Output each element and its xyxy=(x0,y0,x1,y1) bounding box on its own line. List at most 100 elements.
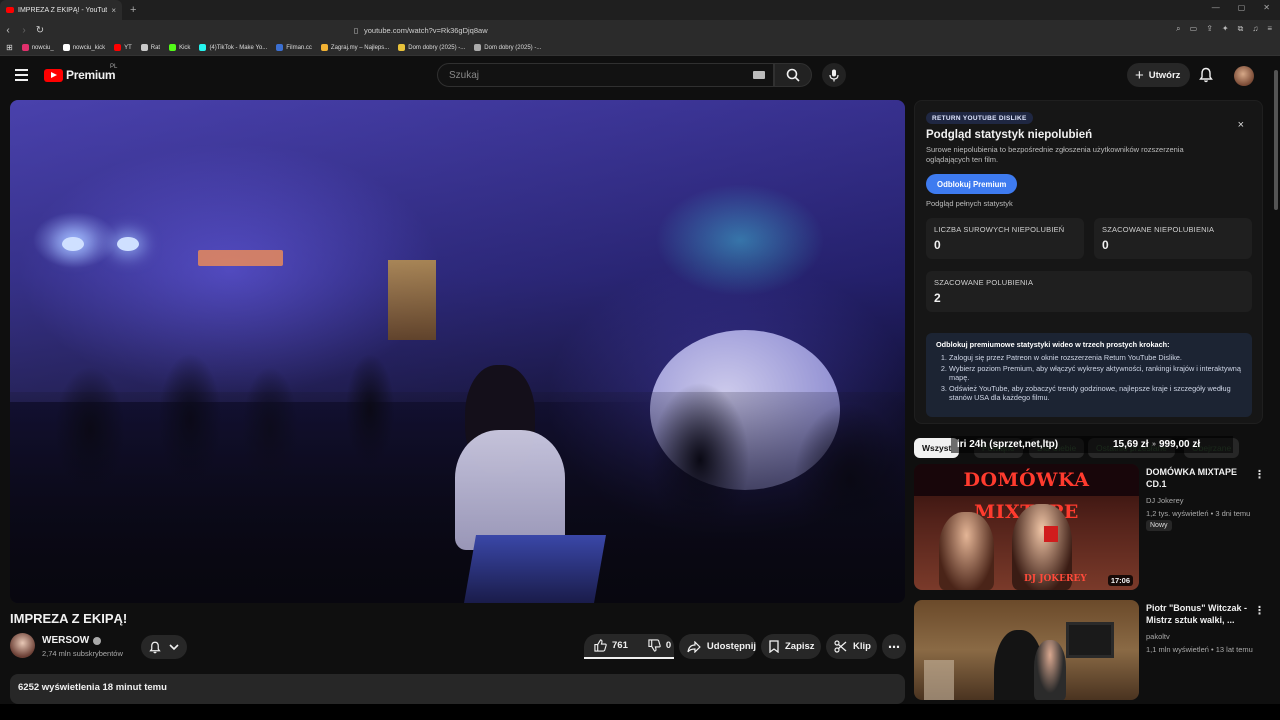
bookmark-item[interactable]: Dom dobry (2025) -... xyxy=(398,44,465,51)
ryd-badge: RETURN YOUTUBE DISLIKE xyxy=(926,112,1033,124)
bookmark-item[interactable]: Zagraj.my – Najleps... xyxy=(320,44,389,51)
close-window-icon[interactable]: ✕ xyxy=(1263,3,1270,12)
address-bar[interactable]: ▯ youtube.com/watch?v=Rk36gDjq8aw xyxy=(350,23,910,37)
hamburger-menu-icon[interactable] xyxy=(15,69,28,81)
share-page-icon[interactable]: ⇪ xyxy=(1206,24,1213,34)
video-player[interactable] xyxy=(10,100,905,603)
taskbar xyxy=(0,704,1280,720)
bookmark-favicon-icon xyxy=(140,44,148,51)
bookmarks-bar: ⊞ nowciu_ nowciu_kick YT Rat Kick (4)Tik… xyxy=(0,40,1280,56)
share-button[interactable]: Udostępnij xyxy=(679,634,756,659)
channel-name[interactable]: WERSOW xyxy=(42,635,102,646)
recommended-channel[interactable]: pakoltv xyxy=(1146,632,1170,641)
forward-icon[interactable]: › xyxy=(16,25,32,36)
bookmark-favicon-icon xyxy=(276,44,284,51)
preview-full-stats-text: Podgląd pełnych statystyk xyxy=(926,199,1013,208)
thumbs-down-icon xyxy=(648,639,661,652)
bookmark-item[interactable]: Rat xyxy=(140,44,160,51)
apps-grid-icon[interactable]: ⊞ xyxy=(6,43,13,52)
user-avatar[interactable] xyxy=(1234,66,1254,86)
overlay-price-2: 999,00 zł xyxy=(1159,439,1201,450)
new-badge: Nowy xyxy=(1146,520,1172,531)
page-scrollbar[interactable] xyxy=(1273,60,1279,700)
tab-close-icon[interactable]: × xyxy=(111,6,116,15)
stat-card-estimated-dislikes: SZACOWANE NIEPOLUBIENIA 0 xyxy=(1094,218,1252,259)
menu-dots-icon[interactable]: ≡ xyxy=(1267,24,1272,34)
youtube-premium-logo[interactable]: Premium PL xyxy=(44,64,117,82)
bookmark-item[interactable]: nowciu_ xyxy=(21,44,54,51)
bookmark-favicon-icon xyxy=(398,44,406,51)
bookmark-item[interactable]: nowciu_kick xyxy=(62,44,105,51)
youtube-header: Premium PL Szukaj + Utwórz xyxy=(0,56,1280,96)
step-item: Zaloguj się przez Patreon w oknie rozsze… xyxy=(949,353,1242,362)
browser-tab[interactable]: IMPREZA Z EKIPĄ! - YouTube × xyxy=(0,0,122,20)
bookmark-item[interactable]: YT xyxy=(114,44,132,51)
create-button[interactable]: + Utwórz xyxy=(1127,63,1191,87)
install-icon[interactable]: ▭ xyxy=(1190,24,1198,34)
more-actions-button[interactable]: ⋯ xyxy=(882,634,906,659)
voice-search-button[interactable] xyxy=(822,63,846,87)
close-icon[interactable]: × xyxy=(1238,119,1244,131)
back-icon[interactable]: ‹ xyxy=(0,25,16,36)
bookmark-favicon-icon xyxy=(474,44,482,51)
bookmark-favicon-icon xyxy=(114,44,122,51)
bookmark-favicon-icon xyxy=(320,44,328,51)
youtube-play-icon xyxy=(44,68,63,82)
recommended-channel[interactable]: DJ Jokerey xyxy=(1146,496,1184,505)
stat-value: 0 xyxy=(934,238,941,252)
subscription-notifications-button[interactable] xyxy=(141,635,187,659)
step-item: Wybierz poziom Premium, aby włączyć wykr… xyxy=(949,364,1242,383)
notifications-bell-icon[interactable] xyxy=(1199,67,1213,83)
keyboard-icon[interactable] xyxy=(753,71,765,79)
steps-heading: Odblokuj premiumowe statystyki wideo w t… xyxy=(936,340,1170,349)
music-icon[interactable]: ♫ xyxy=(1252,24,1258,34)
stat-value: 2 xyxy=(934,291,941,305)
bookmark-item[interactable]: Filman.cc xyxy=(276,44,312,51)
search-input[interactable]: Szukaj xyxy=(437,63,774,87)
channel-avatar[interactable] xyxy=(10,633,35,658)
reload-icon[interactable]: ↻ xyxy=(32,25,48,36)
minimize-icon[interactable]: — xyxy=(1212,3,1220,12)
window-controls: — ▢ ✕ xyxy=(1212,3,1270,12)
more-options-icon[interactable]: ⋮ xyxy=(1254,604,1265,617)
search-button[interactable] xyxy=(774,63,812,87)
bookmark-item[interactable]: (4)TikTok - Make Yo... xyxy=(199,44,267,51)
price-overlay: iri 24h (sprzet,net,ltp) 15,69 zł » 999,… xyxy=(951,436,1233,453)
description-box[interactable]: 6252 wyświetlenia 18 minut temu xyxy=(10,674,905,704)
more-options-icon[interactable]: ⋮ xyxy=(1254,468,1265,481)
bookmark-item[interactable]: Kick xyxy=(169,44,190,51)
recommended-title[interactable]: DOMÓWKA MIXTAPE CD.1 xyxy=(1146,466,1246,490)
bookmark-page-icon[interactable]: ▯ xyxy=(354,26,358,35)
video-thumbnail[interactable]: DOMÓWKA MIXTAPE DJ JOKEREY 17:06 xyxy=(914,464,1139,590)
bookmark-favicon-icon xyxy=(62,44,70,51)
microphone-icon xyxy=(829,69,839,81)
save-button[interactable]: Zapisz xyxy=(761,634,821,659)
puzzle-icon[interactable]: ⧉ xyxy=(1238,24,1244,34)
plus-icon: + xyxy=(1135,66,1144,84)
like-button[interactable]: 761 xyxy=(594,639,628,652)
chevron-down-icon xyxy=(169,643,179,650)
extensions-icon[interactable]: ✦ xyxy=(1222,24,1229,34)
video-thumbnail[interactable] xyxy=(914,600,1139,700)
recommended-meta: 1,2 tys. wyświetleń • 3 dni temu xyxy=(1146,509,1251,518)
stat-card-raw-dislikes: LICZBA SUROWYCH NIEPOLUBIEŃ 0 xyxy=(926,218,1084,259)
address-url[interactable]: youtube.com/watch?v=Rk36gDjq8aw xyxy=(364,26,488,35)
zoom-icon[interactable]: ⌕ xyxy=(1176,24,1180,34)
ryd-title: Podgląd statystyk niepolubień xyxy=(926,129,1093,141)
view-count-and-date: 6252 wyświetlenia 18 minut temu xyxy=(18,682,167,693)
tab-title: IMPREZA Z EKIPĄ! - YouTube xyxy=(18,6,108,14)
subscriber-count: 2,74 mln subskrybentów xyxy=(42,649,123,658)
clip-button[interactable]: Klip xyxy=(826,634,877,659)
new-tab-button[interactable]: + xyxy=(130,4,136,16)
stat-label: SZACOWANE POLUBIENIA xyxy=(934,278,1034,287)
dislike-button[interactable]: 0 xyxy=(648,639,671,652)
recommended-title[interactable]: Piotr "Bonus" Witczak - Mistrz sztuk wal… xyxy=(1146,602,1251,626)
bookmark-item[interactable]: Dom dobry (2025) -... xyxy=(474,44,541,51)
premium-steps-box: Odblokuj premiumowe statystyki wideo w t… xyxy=(926,333,1252,417)
bookmark-icon xyxy=(769,640,779,653)
thumbnail-banner-text: DOMÓWKA MIXTAPE xyxy=(914,464,1139,523)
maximize-icon[interactable]: ▢ xyxy=(1238,3,1246,12)
ryd-subtitle: Surowe niepolubienia to bezpośrednie zgł… xyxy=(926,145,1184,165)
video-title: IMPREZA Z EKIPĄ! xyxy=(10,611,128,626)
unlock-premium-button[interactable]: Odblokuj Premium xyxy=(926,174,1018,194)
